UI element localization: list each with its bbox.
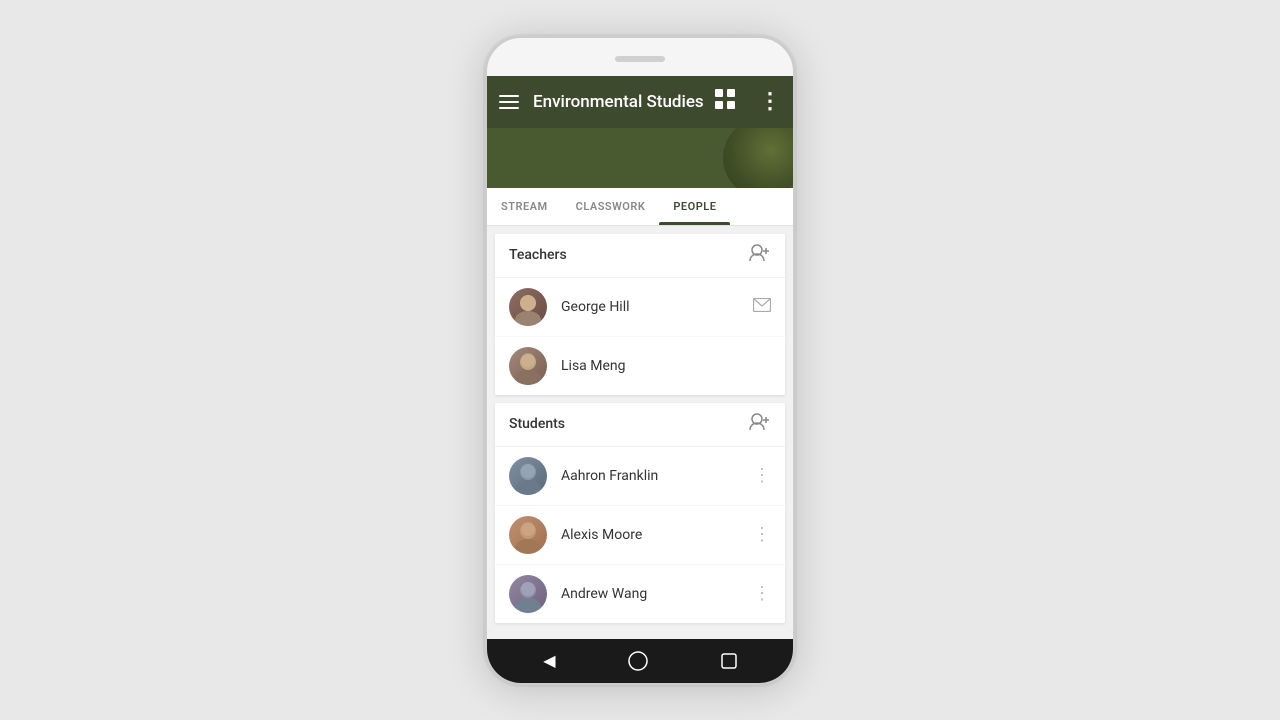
teacher-row-lisa: Lisa Meng — [495, 337, 785, 395]
student-name-aahron: Aahron Franklin — [561, 468, 753, 484]
tab-classwork[interactable]: CLASSWORK — [562, 188, 660, 225]
screen: Environmental Studies ⋮ STREAM CLASSWORK… — [487, 76, 793, 683]
more-icon-aahron[interactable]: ⋮ — [753, 465, 771, 486]
phone-frame: Environmental Studies ⋮ STREAM CLASSWORK… — [485, 36, 795, 685]
tab-people[interactable]: PEOPLE — [659, 188, 730, 225]
phone-speaker — [615, 56, 665, 62]
teacher-name-george: George Hill — [561, 299, 753, 315]
avatar-andrew — [509, 575, 547, 613]
app-header: Environmental Studies ⋮ — [487, 76, 793, 128]
grid-icon[interactable] — [715, 89, 735, 114]
students-section: Students — [495, 403, 785, 623]
bottom-nav: ◀ — [487, 639, 793, 683]
tabs-bar: STREAM CLASSWORK PEOPLE — [487, 188, 793, 226]
avatar-george — [509, 288, 547, 326]
teachers-section: Teachers — [495, 234, 785, 395]
teachers-header: Teachers — [495, 234, 785, 278]
avatar-aahron — [509, 457, 547, 495]
tab-stream[interactable]: STREAM — [487, 188, 562, 225]
back-button[interactable]: ◀ — [543, 651, 555, 670]
students-header: Students — [495, 403, 785, 447]
teacher-row-george: George Hill — [495, 278, 785, 337]
more-icon-alexis[interactable]: ⋮ — [753, 524, 771, 545]
student-name-andrew: Andrew Wang — [561, 586, 753, 602]
avatar-lisa — [509, 347, 547, 385]
student-row-aahron: Aahron Franklin ⋮ — [495, 447, 785, 506]
more-options-icon[interactable]: ⋮ — [759, 91, 781, 113]
student-name-alexis: Alexis Moore — [561, 527, 753, 543]
recents-button[interactable] — [721, 653, 737, 669]
add-student-icon[interactable] — [749, 413, 771, 436]
home-button[interactable] — [628, 651, 648, 671]
email-icon-george[interactable] — [753, 297, 771, 316]
banner — [487, 128, 793, 188]
student-row-alexis: Alexis Moore ⋮ — [495, 506, 785, 565]
student-row-andrew: Andrew Wang ⋮ — [495, 565, 785, 623]
teacher-name-lisa: Lisa Meng — [561, 358, 771, 374]
banner-globe — [723, 128, 793, 188]
add-teacher-icon[interactable] — [749, 244, 771, 267]
app-title: Environmental Studies — [533, 92, 715, 112]
content-area: Teachers — [487, 226, 793, 639]
students-title: Students — [509, 416, 565, 432]
teachers-title: Teachers — [509, 247, 567, 263]
more-icon-andrew[interactable]: ⋮ — [753, 583, 771, 604]
avatar-alexis — [509, 516, 547, 554]
menu-icon[interactable] — [499, 90, 519, 114]
